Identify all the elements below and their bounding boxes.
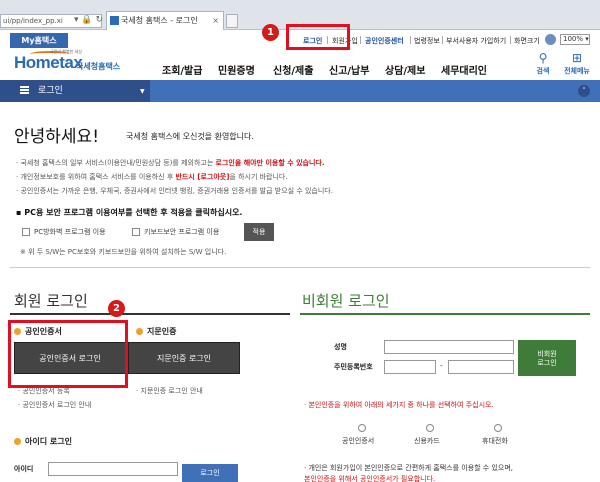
greeting-subtitle: 국세청 홈택스에 오신것을 환영합니다. <box>126 132 254 141</box>
id-section-title: 아이디 로그인 <box>14 436 72 447</box>
security-note: ※ 위 두 S/W는 PC보호와 키보드보안을 위하여 설치하는 S/W 입니다… <box>20 248 227 256</box>
greeting-title: 안녕하세요! <box>14 127 100 147</box>
title-underline <box>10 313 290 315</box>
menu-application[interactable]: 신청/제출 <box>273 62 313 77</box>
credit-card-radio[interactable] <box>426 424 434 432</box>
info-bullet: · 국세청 홈택스의 일부 서비스(이용안내/민원상담 등)를 제외하고는 로그… <box>16 159 325 167</box>
menu-icon <box>20 86 29 94</box>
signup-note: · 개인은 회원가입이 본인인증으로 간편하게 홈택스를 이용할 수 있으며, <box>304 464 514 472</box>
refresh-icon[interactable]: ▾ 🔒 ↻ <box>74 15 103 25</box>
cert-guide-link[interactable]: · 공인인증서 로그인 안내 <box>18 400 91 410</box>
cert-radio[interactable] <box>358 424 366 432</box>
zoom-select[interactable]: 100% ▾ <box>560 34 590 45</box>
rrn-dash: - <box>440 362 443 370</box>
keyboard-security-checkbox[interactable] <box>132 228 140 236</box>
screen-size-link[interactable]: 화면크기 <box>514 36 540 46</box>
rrn-back-input[interactable] <box>448 360 514 374</box>
all-menu-button[interactable]: ⊞ 전체메뉴 <box>562 52 592 76</box>
apply-button[interactable]: 적용 <box>244 223 274 241</box>
highlight-box-cert <box>8 320 128 388</box>
name-input[interactable] <box>384 340 514 354</box>
fingerprint-guide-link[interactable]: · 지문인증 로그인 안내 <box>136 386 203 396</box>
title-underline <box>300 313 590 315</box>
favicon-icon <box>110 16 119 25</box>
member-login-title: 회원 로그인 <box>14 292 88 310</box>
firewall-checkbox[interactable] <box>22 228 30 236</box>
triangle-down-icon: ▼ <box>140 88 145 95</box>
menu-agent[interactable]: 세무대리인 <box>441 62 487 77</box>
step-badge-2: 2 <box>108 300 125 317</box>
divider <box>360 36 361 44</box>
id-label: 아이디 <box>14 465 34 473</box>
menu-certificate[interactable]: 민원증명 <box>218 62 255 77</box>
nonmember-login-button[interactable]: 비회원 로그인 <box>518 340 576 376</box>
close-icon[interactable]: × <box>212 12 219 29</box>
divider <box>510 36 511 44</box>
zoom-icon[interactable] <box>545 34 556 45</box>
cert-center-link[interactable]: 공인인증센터 <box>365 36 404 46</box>
menu-report[interactable]: 신고/납부 <box>329 62 369 77</box>
menu-inquiry[interactable]: 조회/발급 <box>162 62 202 77</box>
mobile-phone-radio[interactable] <box>494 424 502 432</box>
auth-select-note: · 본인인증을 위하여 아래의 세가지 중 하나를 선택하여 주십시오. <box>304 401 494 409</box>
location-dropdown[interactable]: 로그인 ▼ <box>0 80 150 102</box>
highlight-box-login <box>286 24 350 50</box>
id-login-button[interactable]: 로그인 <box>182 464 238 482</box>
divider <box>410 36 411 44</box>
mobile-phone-option-label: 휴대전화 <box>482 437 508 445</box>
search-button[interactable]: ⚲ 검색 <box>528 52 558 76</box>
credit-card-option-label: 신용카드 <box>414 437 440 445</box>
name-label: 성명 <box>334 343 347 351</box>
bullet-icon <box>136 328 143 335</box>
nonmember-login-title: 비회원 로그인 <box>302 292 390 310</box>
divider <box>10 267 590 268</box>
dept-user-signup-link[interactable]: 부서사용자 가입하기 <box>446 36 506 46</box>
logo-text: Hometax <box>14 53 83 72</box>
my-hometax-tab[interactable]: My홈택스 <box>10 33 68 48</box>
cert-option-label: 공인인증서 <box>342 437 375 445</box>
location-bar: 로그인 ▼ ˅ <box>0 80 600 102</box>
grid-icon: ⊞ <box>571 51 583 65</box>
keyboard-security-label: 키보드보안 프로그램 이용 <box>144 228 220 236</box>
tab-title: 국세청 홈택스 - 로그인 <box>121 16 198 25</box>
fingerprint-section-title: 지문인증 <box>136 326 176 337</box>
divider <box>442 36 443 44</box>
hometax-logo[interactable]: 국민이 행복한 세상 Hometax 국세청홈택스 <box>14 49 126 75</box>
pc-security-title: ▪ PC용 보안 프로그램 이용여부를 선택한 후 적용을 클릭하십시오. <box>16 208 243 217</box>
browser-tab[interactable]: 국세청 홈택스 - 로그인 × <box>106 11 224 30</box>
info-bullet: · 공인인증서는 가까운 은행, 우체국, 증권사에서 인터넷 뱅킹, 증권거래… <box>16 187 333 195</box>
signup-note-red: 본인인증을 위해서 공인인증서가 필요합니다. <box>304 475 436 482</box>
firewall-label: PC방화벽 프로그램 이용 <box>34 228 106 236</box>
logo-korean: 국세청홈택스 <box>76 62 121 71</box>
chevron-down-icon[interactable]: ˅ <box>578 85 590 97</box>
law-info-link[interactable]: 법령정보 <box>414 36 440 46</box>
bullet-icon <box>14 438 21 445</box>
step-badge-1: 1 <box>262 24 279 41</box>
info-bullet: · 개인정보보호를 위하여 홈택스 서비스를 이용하신 후 반드시 [로그아웃]… <box>16 173 288 181</box>
search-icon: ⚲ <box>538 51 548 65</box>
id-input[interactable] <box>48 462 178 476</box>
fingerprint-login-button[interactable]: 지문인증 로그인 <box>128 342 240 374</box>
new-tab-button[interactable] <box>226 14 238 28</box>
menu-consult[interactable]: 상담/제보 <box>385 62 425 77</box>
rrn-front-input[interactable] <box>384 360 436 374</box>
rrn-label: 주민등록번호 <box>334 363 373 371</box>
